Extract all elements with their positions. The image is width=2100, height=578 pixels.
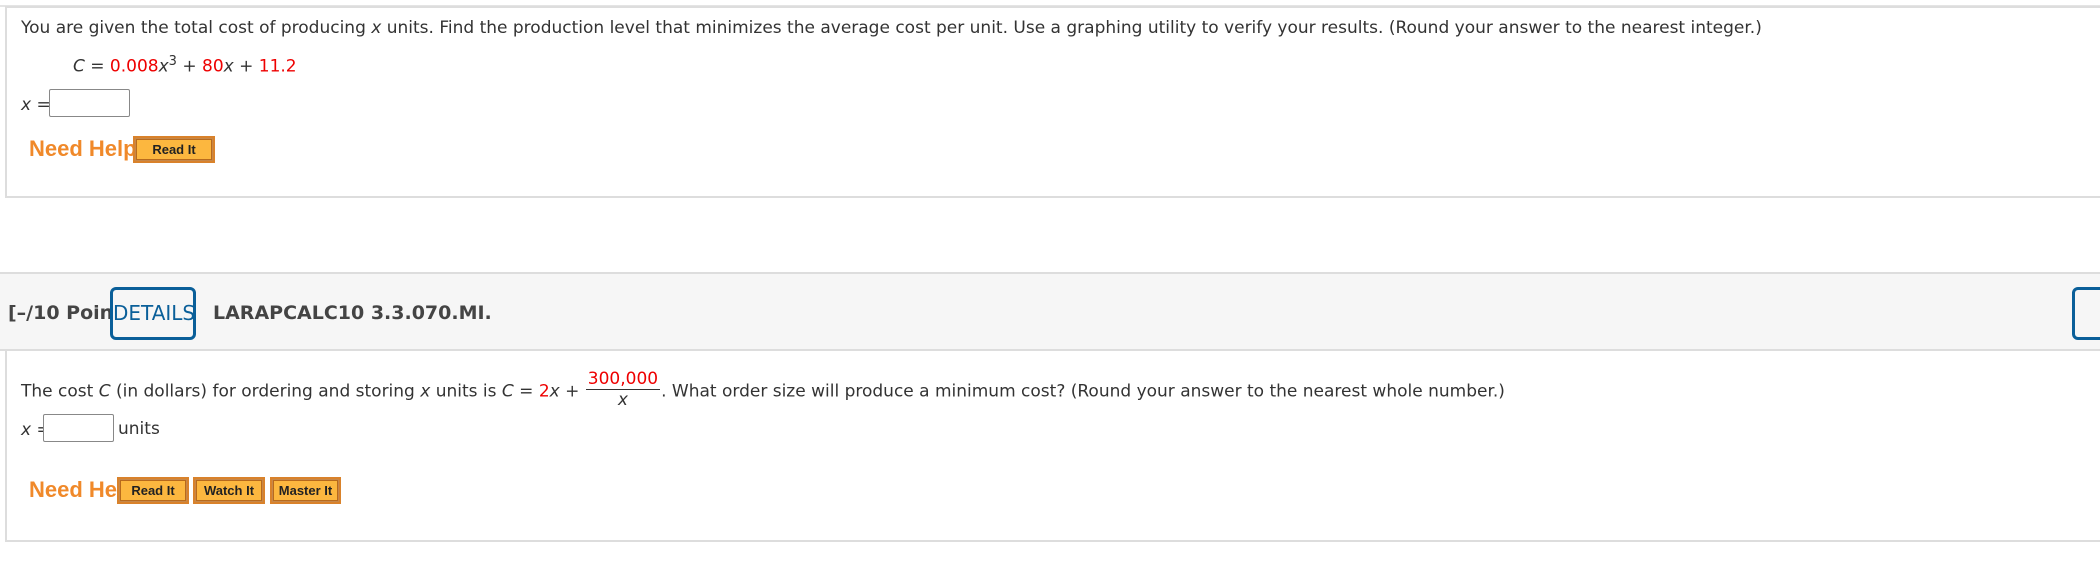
text: . What order size will produce a minimum…	[661, 381, 1505, 402]
coef: 80	[202, 56, 224, 77]
header-right-button[interactable]	[2072, 287, 2100, 340]
coef: 11.2	[258, 56, 297, 77]
op: =	[513, 381, 539, 402]
read-it-button[interactable]: Read It	[133, 136, 215, 163]
op: +	[559, 381, 585, 402]
var: x	[549, 381, 560, 402]
cost-formula: C = 0.008x3 + 80x + 11.2	[73, 54, 297, 77]
answer-input[interactable]	[49, 89, 130, 117]
answer-input[interactable]	[43, 414, 114, 442]
op: +	[233, 56, 259, 77]
coef: 2	[538, 381, 550, 402]
var: C	[98, 381, 111, 402]
coef: 0.008	[109, 56, 159, 77]
watch-it-button[interactable]: Watch It	[193, 477, 265, 504]
var: x	[158, 56, 169, 77]
unit-label: units	[118, 419, 160, 439]
answer-label: x =	[21, 95, 51, 115]
denominator: x	[617, 390, 628, 410]
numerator: 300,000	[585, 369, 661, 390]
text: You are given the total cost of producin…	[21, 18, 372, 38]
question-1-text: You are given the total cost of producin…	[21, 18, 1762, 38]
exponent: 3	[168, 54, 177, 69]
lhs: C =	[73, 56, 110, 77]
var: x	[371, 18, 382, 38]
text: The cost	[21, 381, 99, 402]
question-2-panel: The cost C (in dollars) for ordering and…	[5, 351, 2100, 542]
fraction: 300,000 x	[585, 369, 661, 410]
read-it-button[interactable]: Read It	[117, 477, 189, 504]
question-code: LARAPCALC10 3.3.070.MI.	[213, 302, 492, 324]
question-2-header: [–/10 Points] DETAILS LARAPCALC10 3.3.07…	[0, 272, 2100, 351]
op: +	[176, 56, 202, 77]
text: units. Find the production level that mi…	[381, 18, 1762, 38]
text: (in dollars) for ordering and storing	[110, 381, 421, 402]
var: x	[223, 56, 234, 77]
need-help-label: Need Help?	[29, 136, 151, 161]
question-2-text: The cost C (in dollars) for ordering and…	[21, 369, 1505, 412]
question-1-panel: You are given the total cost of producin…	[5, 6, 2100, 198]
details-button[interactable]: DETAILS	[110, 287, 196, 340]
var: C	[501, 381, 514, 402]
master-it-button[interactable]: Master It	[270, 477, 341, 504]
text: units is	[430, 381, 502, 402]
var: x	[420, 381, 431, 402]
